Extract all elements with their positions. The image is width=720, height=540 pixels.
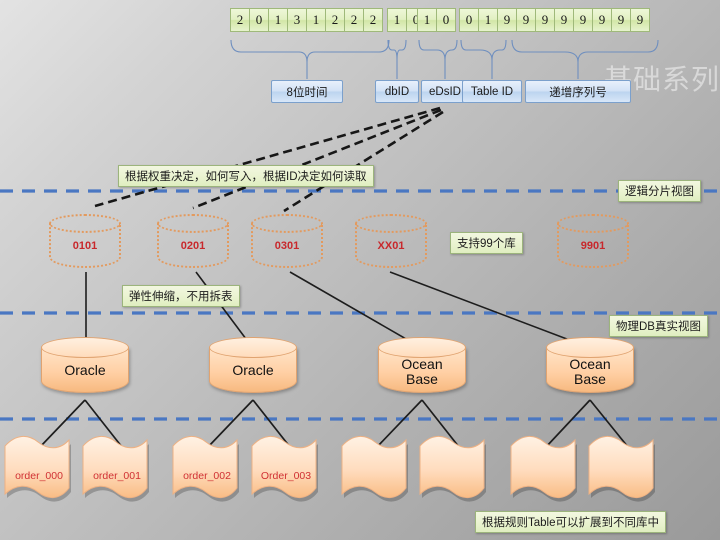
- note-elastic: 弹性伸缩，不用拆表: [122, 285, 240, 307]
- table-wave-icon: [251, 436, 318, 502]
- digit-cell: 0: [436, 8, 456, 32]
- physical-db-ocean-base: Ocean Base: [546, 337, 634, 403]
- digit-cell: 2: [230, 8, 250, 32]
- routing-line-0101: [94, 106, 441, 208]
- routing-line-0301: [283, 110, 444, 213]
- shard-top: [49, 214, 121, 233]
- digit-cell: 9: [611, 8, 631, 32]
- digit-cell: 0: [249, 8, 269, 32]
- logical-shard-0301: 0301: [251, 214, 323, 276]
- table-shape-label: order_000: [15, 470, 63, 482]
- diagram-canvas: 基础系列 2013122210100199999999 8位时间 dbID eDsI…: [0, 0, 720, 540]
- shard-db-connectors: [85, 271, 589, 348]
- connector-0301-oceanbase1: [289, 271, 421, 348]
- table-shape-order_002: order_002: [170, 432, 240, 504]
- table-shape: [508, 432, 578, 504]
- digit-cell: 9: [497, 8, 517, 32]
- table-wave-icon: [4, 436, 71, 502]
- logical-shard-0201: 0201: [157, 214, 229, 276]
- digit-group-edsid: 10: [417, 8, 456, 32]
- note-expand: 根据规则Table可以扩展到不同库中: [475, 511, 666, 533]
- logical-shard-label: 9901: [580, 240, 606, 252]
- table-wave-icon: [82, 436, 149, 502]
- digit-cell: 2: [325, 8, 345, 32]
- digit-cell: 2: [363, 8, 383, 32]
- digit-cell: 9: [554, 8, 574, 32]
- note-logical-view: 逻辑分片视图: [618, 180, 701, 202]
- field-label-tableid: Table ID: [462, 80, 522, 103]
- physical-db-label-line: Oracle: [232, 362, 274, 378]
- logical-shard-label: 0301: [274, 240, 300, 252]
- physical-db-label: Oracle: [209, 363, 297, 378]
- table-wave-icon: [419, 436, 486, 502]
- digit-cell: 9: [592, 8, 612, 32]
- routing-dashed-lines: [94, 106, 444, 213]
- table-shape: [586, 432, 656, 504]
- note-routing: 根据权重决定，如何写入，根据ID决定如何读取: [118, 165, 374, 187]
- table-wave-icon: [341, 436, 408, 502]
- field-brackets: [230, 39, 659, 79]
- shard-top: [157, 214, 229, 233]
- digit-group-tableid: 01: [459, 8, 498, 32]
- connector-xx01-oceanbase2: [389, 271, 589, 348]
- table-shape-order_000: order_000: [2, 432, 72, 504]
- shard-top: [355, 214, 427, 233]
- physical-db-label: Ocean Base: [546, 357, 634, 387]
- logical-shard-0101: 0101: [49, 214, 121, 276]
- digit-cell: 1: [387, 8, 407, 32]
- digit-cell: 9: [573, 8, 593, 32]
- logical-shard-label: XX01: [377, 240, 405, 252]
- physical-db-label-line: Base: [406, 371, 438, 387]
- table-shape-Order_003: Order_003: [249, 432, 319, 504]
- logical-shard-label: 0201: [180, 240, 206, 252]
- physical-db-label: Oracle: [41, 363, 129, 378]
- logical-shard-XX01: XX01: [355, 214, 427, 276]
- shard-top: [557, 214, 629, 233]
- digit-cell: 9: [516, 8, 536, 32]
- table-shape: [339, 432, 409, 504]
- physical-db-label-line: Base: [574, 371, 606, 387]
- field-label-seq: 递增序列号: [525, 80, 631, 103]
- field-label-time: 8位时间: [271, 80, 343, 103]
- physical-db-label-line: Oracle: [64, 362, 106, 378]
- db-top: [209, 337, 297, 358]
- table-wave-icon: [172, 436, 239, 502]
- db-top: [378, 337, 466, 358]
- logical-shard-label: 0101: [72, 240, 98, 252]
- digit-group-seq: 99999999: [497, 8, 650, 32]
- field-label-dbid: dbID: [375, 80, 419, 103]
- digit-cell: 1: [478, 8, 498, 32]
- table-shape: [417, 432, 487, 504]
- digit-cell: 1: [268, 8, 288, 32]
- db-top: [546, 337, 634, 358]
- table-shape-label: Order_003: [260, 470, 312, 482]
- digit-cell: 9: [535, 8, 555, 32]
- routing-line-0201: [192, 108, 442, 210]
- note-capacity: 支持99个库: [450, 232, 523, 254]
- table-wave-icon: [510, 436, 577, 502]
- logical-shard-9901: 9901: [557, 214, 629, 276]
- table-shape-label: order_001: [93, 470, 141, 482]
- connector-0201-oracle2: [195, 271, 253, 348]
- physical-db-label: Ocean Base: [378, 357, 466, 387]
- note-physical-view: 物理DB真实视图: [609, 315, 708, 337]
- table-shape-label: order_002: [183, 470, 231, 482]
- table-shape-order_001: order_001: [80, 432, 150, 504]
- digit-cell: 2: [344, 8, 364, 32]
- digit-cell: 9: [630, 8, 650, 32]
- shard-top: [251, 214, 323, 233]
- digit-cell: 1: [306, 8, 326, 32]
- digit-cell: 3: [287, 8, 307, 32]
- digit-cell: 0: [459, 8, 479, 32]
- table-wave-icon: [588, 436, 655, 502]
- physical-db-ocean-base: Ocean Base: [378, 337, 466, 403]
- db-top: [41, 337, 129, 358]
- physical-db-label-line: Ocean: [569, 356, 611, 372]
- physical-db-oracle: Oracle: [209, 337, 297, 403]
- digit-cell: 1: [417, 8, 437, 32]
- digit-group-time: 20131222: [230, 8, 383, 32]
- physical-db-label-line: Ocean: [401, 356, 443, 372]
- physical-db-oracle: Oracle: [41, 337, 129, 403]
